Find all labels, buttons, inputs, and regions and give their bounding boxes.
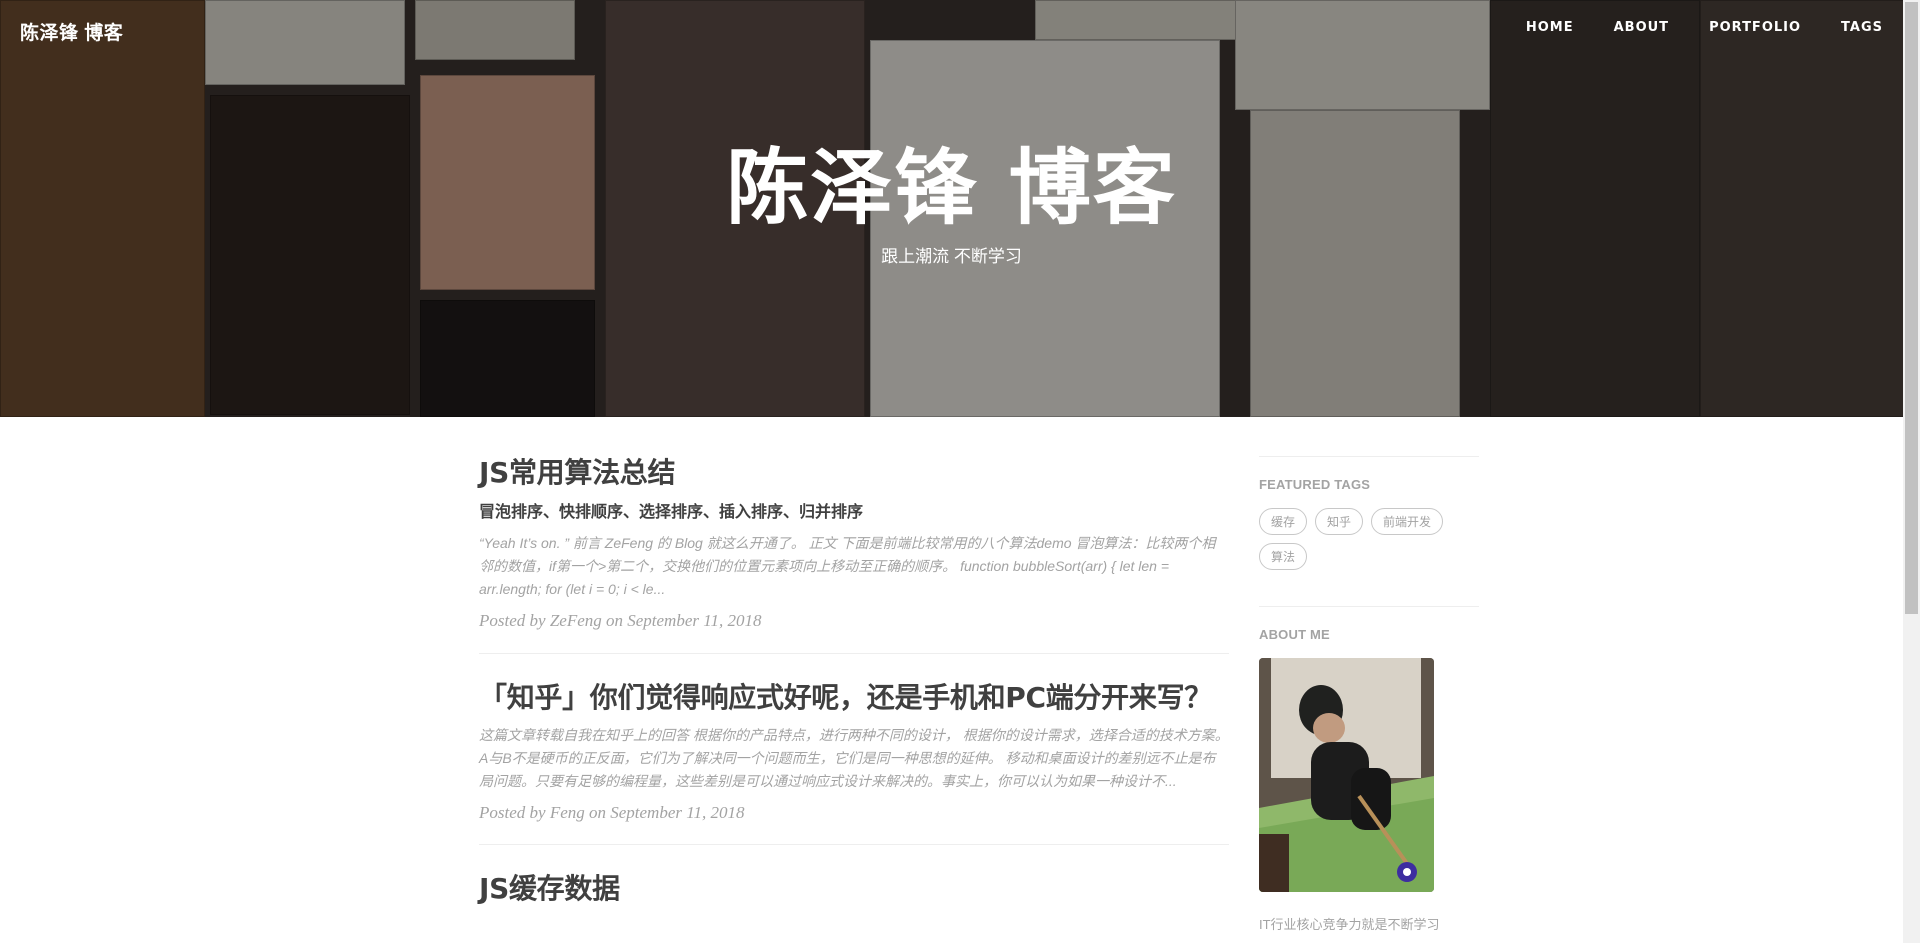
post-title-link[interactable]: JS缓存数据	[479, 871, 1229, 907]
nav-link-portfolio[interactable]: PORTFOLIO	[1689, 20, 1821, 35]
vertical-scrollbar[interactable]	[1903, 0, 1920, 943]
post-list: JS常用算法总结 冒泡排序、快排顺序、选择排序、插入排序、归并排序 “Yeah …	[479, 455, 1229, 943]
sidebar: FEATURED TAGS 缓存 知乎 前端开发 算法 ABOUT ME IT行…	[1259, 456, 1479, 943]
post-title-link[interactable]: JS常用算法总结	[479, 455, 1229, 491]
post-preview: JS缓存数据	[479, 871, 1229, 934]
tag-cache[interactable]: 缓存	[1259, 508, 1308, 535]
about-text: IT行业核心竞争力就是不断学习	[1259, 917, 1440, 932]
post-preview: 「知乎」你们觉得响应式好呢，还是手机和PC端分开来写？ 这篇文章转载自我在知乎上…	[479, 680, 1229, 846]
post-preview: JS常用算法总结 冒泡排序、快排顺序、选择排序、插入排序、归并排序 “Yeah …	[479, 455, 1229, 655]
site-title: 陈泽锋 博客	[726, 141, 1177, 236]
nav-links: HOME ABOUT PORTFOLIO TAGS	[1506, 20, 1903, 35]
tag-list: 缓存 知乎 前端开发 算法	[1259, 508, 1479, 578]
nav-link-about[interactable]: ABOUT	[1594, 20, 1689, 35]
about-me-section: ABOUT ME IT行业核心竞争力就是不断学习	[1259, 606, 1479, 933]
about-heading: ABOUT ME	[1259, 627, 1330, 642]
avatar-photo	[1259, 658, 1434, 892]
post-meta: Posted by Feng on September 11, 2018	[479, 802, 745, 822]
scrollbar-thumb[interactable]	[1905, 2, 1918, 614]
brand-link[interactable]: 陈泽锋 博客	[20, 18, 123, 45]
avatar	[1259, 658, 1434, 892]
featured-tags-section: FEATURED TAGS 缓存 知乎 前端开发 算法	[1259, 456, 1479, 578]
post-excerpt: “Yeah It’s on. ” 前言 ZeFeng 的 Blog 就这么开通了…	[479, 535, 1216, 598]
navbar: 陈泽锋 博客 HOME ABOUT PORTFOLIO TAGS	[0, 0, 1903, 60]
post-excerpt: 这篇文章转载自我在知乎上的回答 根据你的产品特点，进行两种不同的设计， 根据你的…	[479, 726, 1229, 789]
post-title-link[interactable]: 「知乎」你们觉得响应式好呢，还是手机和PC端分开来写？	[479, 680, 1229, 716]
nav-link-home[interactable]: HOME	[1506, 20, 1594, 35]
tag-zhihu[interactable]: 知乎	[1315, 508, 1364, 535]
site-heading: 陈泽锋 博客 跟上潮流 不断学习	[0, 148, 1903, 267]
tag-frontend[interactable]: 前端开发	[1371, 508, 1444, 535]
site-subtitle: 跟上潮流 不断学习	[881, 247, 1022, 266]
tag-algorithm[interactable]: 算法	[1259, 543, 1308, 570]
post-meta: Posted by ZeFeng on September 11, 2018	[479, 611, 762, 631]
hero-header: 陈泽锋 博客 HOME ABOUT PORTFOLIO TAGS 陈泽锋 博客 …	[0, 0, 1903, 417]
nav-link-tags[interactable]: TAGS	[1821, 20, 1903, 35]
post-subtitle: 冒泡排序、快排顺序、选择排序、插入排序、归并排序	[479, 504, 864, 522]
featured-tags-heading: FEATURED TAGS	[1259, 477, 1371, 492]
